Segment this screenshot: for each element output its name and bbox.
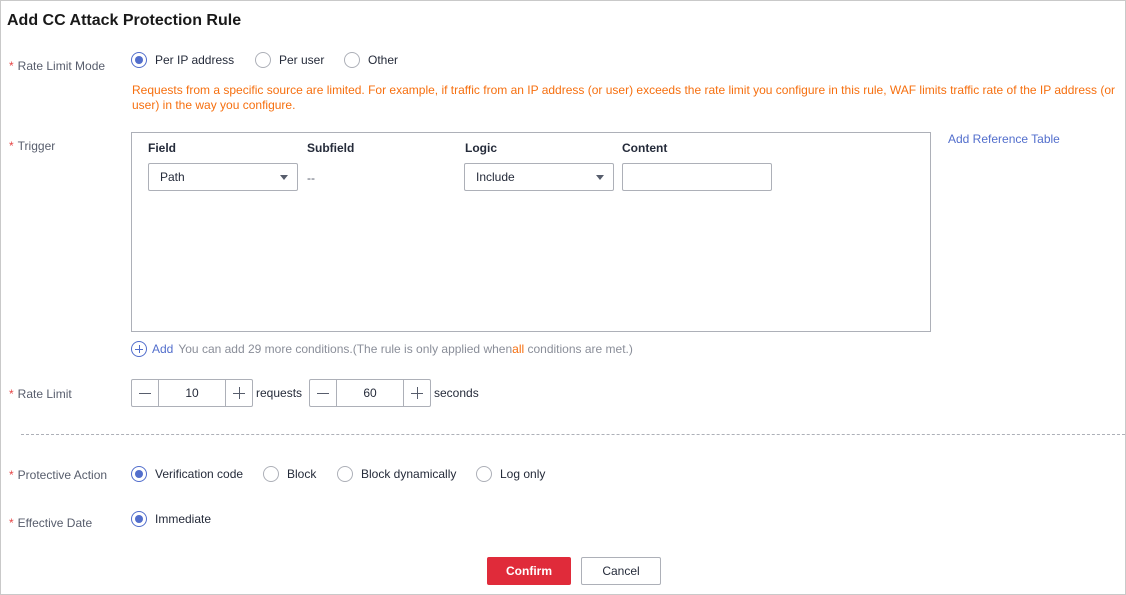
radio-unchecked-icon [344, 52, 360, 68]
trigger-label: * Trigger [9, 139, 56, 153]
radio-unchecked-icon [476, 466, 492, 482]
add-note-highlight: all [512, 342, 525, 356]
seconds-unit: seconds [434, 386, 479, 400]
requests-decrement-button[interactable] [132, 380, 159, 406]
requests-stepper [131, 379, 253, 407]
add-reference-table-link[interactable]: Add Reference Table [948, 132, 1060, 146]
column-header-field: Field [148, 141, 177, 155]
radio-checked-icon [131, 466, 147, 482]
subfield-value: -- [307, 171, 315, 185]
radio-per-ip-address[interactable]: Per IP address [131, 52, 234, 68]
required-star-icon: * [9, 59, 14, 73]
required-star-icon: * [9, 468, 14, 482]
seconds-increment-button[interactable] [403, 380, 430, 406]
section-divider [21, 434, 1125, 435]
requests-increment-button[interactable] [225, 380, 252, 406]
required-star-icon: * [9, 387, 14, 401]
seconds-input[interactable] [337, 380, 403, 406]
field-select[interactable]: Path [148, 163, 298, 191]
required-star-icon: * [9, 516, 14, 530]
radio-block-dynamically[interactable]: Block dynamically [337, 466, 456, 482]
requests-input[interactable] [159, 380, 225, 406]
trigger-conditions-box: Field Subfield Logic Content Path -- Inc… [131, 132, 931, 332]
rate-limit-mode-label: * Rate Limit Mode [9, 59, 106, 73]
rate-limit-label: * Rate Limit [9, 387, 72, 401]
confirm-button[interactable]: Confirm [487, 557, 571, 585]
add-circle-icon[interactable] [131, 341, 147, 357]
content-input[interactable] [622, 163, 772, 191]
minus-icon [139, 392, 151, 394]
radio-log-only[interactable]: Log only [476, 466, 545, 482]
add-condition-link[interactable]: Add [152, 342, 173, 356]
requests-unit: requests [256, 386, 303, 400]
chevron-down-icon [596, 175, 604, 180]
add-note-suffix: conditions are met.) [524, 342, 633, 356]
logic-select[interactable]: Include [464, 163, 614, 191]
effective-date-label: * Effective Date [9, 516, 93, 530]
add-cc-rule-dialog: Add CC Attack Protection Rule * Rate Limi… [0, 0, 1126, 595]
chevron-down-icon [280, 175, 288, 180]
radio-block[interactable]: Block [263, 466, 316, 482]
column-header-content: Content [622, 141, 668, 155]
add-condition-row: Add You can add 29 more conditions.(The … [131, 341, 633, 357]
radio-checked-icon [131, 52, 147, 68]
radio-immediate[interactable]: Immediate [131, 511, 211, 527]
minus-icon [317, 392, 329, 394]
radio-unchecked-icon [263, 466, 279, 482]
protective-action-label: * Protective Action [9, 468, 108, 482]
column-header-subfield: Subfield [307, 141, 355, 155]
radio-unchecked-icon [337, 466, 353, 482]
radio-per-user[interactable]: Per user [255, 52, 324, 68]
seconds-decrement-button[interactable] [310, 380, 337, 406]
add-note-prefix: You can add 29 more conditions.(The rule… [178, 342, 513, 356]
rate-limit-mode-hint: Requests from a specific source are limi… [132, 83, 1116, 112]
column-header-logic: Logic [465, 141, 497, 155]
seconds-stepper [309, 379, 431, 407]
dialog-title: Add CC Attack Protection Rule [7, 12, 242, 29]
required-star-icon: * [9, 139, 14, 153]
radio-checked-icon [131, 511, 147, 527]
radio-verification-code[interactable]: Verification code [131, 466, 243, 482]
radio-unchecked-icon [255, 52, 271, 68]
radio-other[interactable]: Other [344, 52, 398, 68]
cancel-button[interactable]: Cancel [581, 557, 661, 585]
